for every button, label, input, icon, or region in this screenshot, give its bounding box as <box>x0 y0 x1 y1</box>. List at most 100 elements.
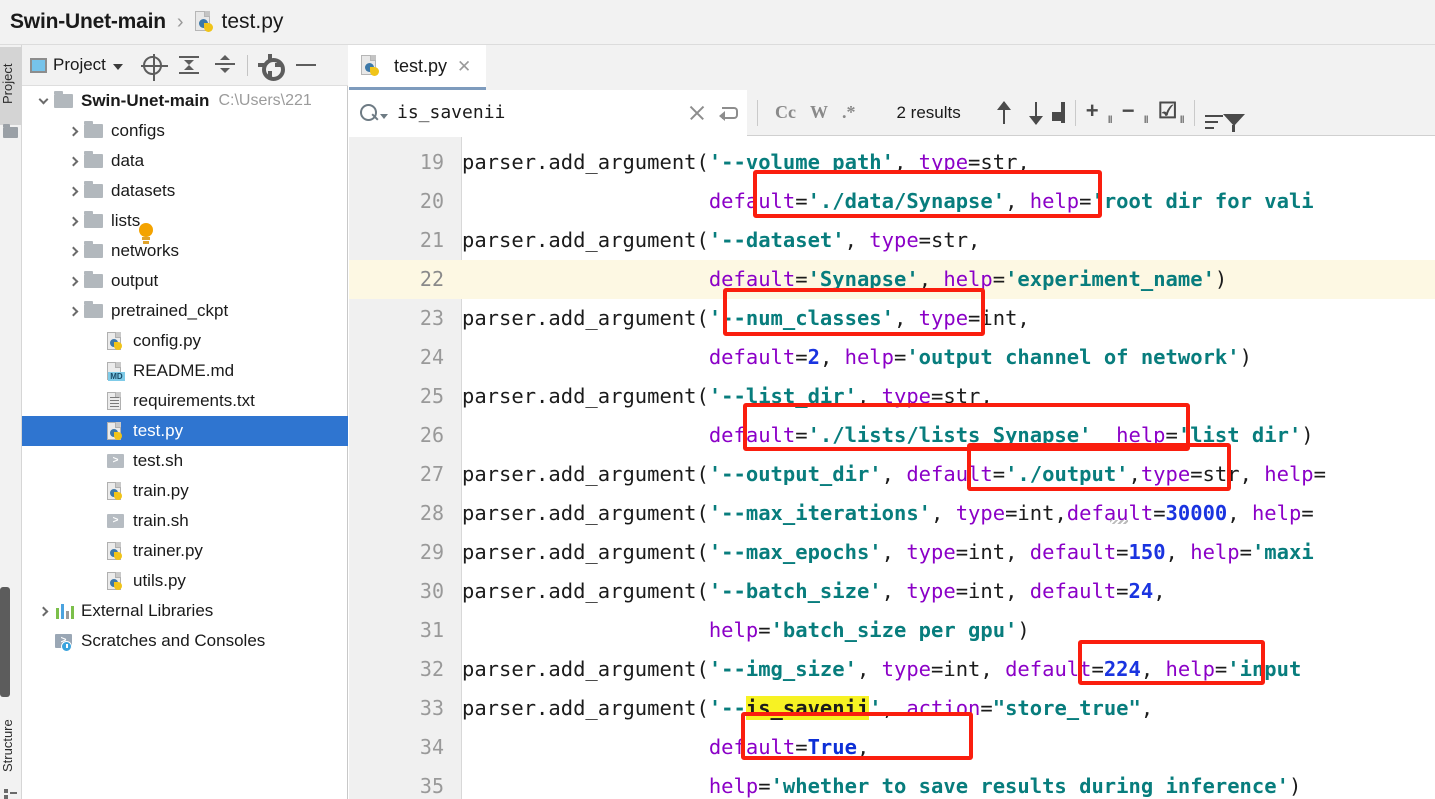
left-tool-strip: Project Structure <box>0 45 22 799</box>
add-selection-button[interactable]: + II <box>1086 99 1113 125</box>
project-view-selector[interactable]: Project <box>30 55 123 75</box>
chevron-down-icon[interactable] <box>380 114 388 119</box>
intention-bulb-icon[interactable] <box>137 223 155 245</box>
code-token: = <box>1153 501 1166 525</box>
tree-item-configs[interactable]: configs <box>22 116 348 146</box>
tree-item-label: data <box>111 151 145 170</box>
code-editor[interactable]: parser.add_argument('--volume_path', typ… <box>462 137 1435 799</box>
open-in-panel-button[interactable] <box>1060 101 1065 123</box>
code-line[interactable]: default=True, <box>462 728 1435 767</box>
code-token: 'maxi <box>1251 540 1314 564</box>
editor-tab-test-py[interactable]: test.py ✕ <box>349 45 486 90</box>
code-token: '--dataset' <box>708 228 845 252</box>
whole-words-toggle[interactable]: W <box>803 102 835 123</box>
code-line[interactable]: default='Synapse', help='experiment_name… <box>462 260 1435 299</box>
tree-item-utils-py[interactable]: utils.py <box>22 566 348 596</box>
code-line[interactable]: default='./data/Synapse', help='root dir… <box>462 182 1435 221</box>
code-token: , <box>1005 189 1030 213</box>
tree-item-swin-unet-main[interactable]: Swin-Unet-main C:\Users\221 <box>22 86 348 116</box>
chevron-right-icon[interactable] <box>32 606 54 616</box>
tree-item-lists[interactable]: lists <box>22 206 348 236</box>
code-token: help <box>1264 462 1314 486</box>
code-line[interactable]: default=2, help='output channel of netwo… <box>462 338 1435 377</box>
settings-button[interactable] <box>252 49 288 81</box>
chevron-right-icon[interactable] <box>62 216 84 226</box>
return-icon[interactable] <box>719 105 738 121</box>
code-line[interactable]: default='./lists/lists_Synapse' help='li… <box>462 416 1435 455</box>
code-line[interactable]: parser.add_argument('--batch_size', type… <box>462 572 1435 611</box>
chevron-right-icon[interactable] <box>62 186 84 196</box>
tree-item-requirements-txt[interactable]: requirements.txt <box>22 386 348 416</box>
code-line[interactable]: parser.add_argument('--volume_path', typ… <box>462 143 1435 182</box>
code-line[interactable]: parser.add_argument('--max_iterations', … <box>462 494 1435 533</box>
code-token: 'list dir' <box>1177 423 1302 447</box>
clear-search-button[interactable] <box>689 105 705 121</box>
code-line[interactable]: parser.add_argument('--num_classes', typ… <box>462 299 1435 338</box>
chevron-right-icon[interactable] <box>62 126 84 136</box>
chevron-down-icon[interactable] <box>32 94 54 105</box>
tree-item-external-libraries[interactable]: External Libraries <box>22 596 348 626</box>
search-input[interactable]: is_savenii <box>349 89 747 136</box>
code-token: =int, <box>955 540 1030 564</box>
hide-panel-button[interactable] <box>288 49 324 81</box>
regex-toggle[interactable]: .* <box>835 102 863 123</box>
match-case-toggle[interactable]: Cc <box>768 102 803 123</box>
code-token: parser.add_argument( <box>462 150 709 174</box>
code-line[interactable]: parser.add_argument('--img_size', type=i… <box>462 650 1435 689</box>
chevron-right-icon[interactable] <box>62 306 84 316</box>
tree-item-config-py[interactable]: config.py <box>22 326 348 356</box>
code-line[interactable]: help='whether to save results during inf… <box>462 767 1435 799</box>
panel-resize-handle[interactable] <box>0 587 10 697</box>
line-number: 26 <box>419 423 444 447</box>
search-icon <box>359 103 379 123</box>
collapse-all-button[interactable] <box>207 49 243 81</box>
tree-item-label: utils.py <box>133 571 186 590</box>
tree-item-train-sh[interactable]: > train.sh <box>22 506 348 536</box>
tree-item-networks[interactable]: networks <box>22 236 348 266</box>
chevron-right-icon[interactable] <box>62 276 84 286</box>
tool-window-tab-project[interactable]: Project <box>0 47 22 125</box>
code-line[interactable]: help='batch_size per gpu') <box>462 611 1435 650</box>
code-token: '-- <box>708 696 746 720</box>
breadcrumb-project[interactable]: Swin-Unet-main <box>10 10 166 34</box>
code-line[interactable]: parser.add_argument('--output_dir', defa… <box>462 455 1435 494</box>
code-token: help <box>1165 657 1215 681</box>
expand-all-button[interactable] <box>171 49 207 81</box>
tree-item-test-py[interactable]: test.py <box>22 416 348 446</box>
tree-item-train-py[interactable]: train.py <box>22 476 348 506</box>
line-number-gutter[interactable]: 19 20 21 22 23 24 25 26 27 28 29 30 31 32 33 34 35 <box>349 137 462 799</box>
code-token: default <box>708 735 796 759</box>
python-file-icon <box>194 11 215 33</box>
code-token: ) <box>1301 423 1314 447</box>
tree-item-readme-md[interactable]: MD README.md <box>22 356 348 386</box>
code-token: =int, <box>955 579 1030 603</box>
tree-item-data[interactable]: data <box>22 146 348 176</box>
breadcrumb-file[interactable]: test.py <box>222 10 284 34</box>
tree-item-scratches-and-consoles[interactable]: > Scratches and Consoles <box>22 626 348 656</box>
code-line[interactable]: parser.add_argument('--is_savenii', acti… <box>462 689 1435 728</box>
tree-item-output[interactable]: output <box>22 266 348 296</box>
close-icon[interactable]: ✕ <box>457 58 471 75</box>
next-match-button[interactable] <box>1021 98 1053 128</box>
code-line[interactable]: parser.add_argument('--max_epochs', type… <box>462 533 1435 572</box>
line-number: 31 <box>419 618 444 642</box>
select-all-occurrences-button[interactable]: ☑ II <box>1158 99 1185 125</box>
code-line[interactable]: parser.add_argument('--list_dir', type=s… <box>462 377 1435 416</box>
code-token: , <box>1165 540 1191 564</box>
remove-selection-button[interactable]: − II <box>1122 99 1149 125</box>
previous-match-button[interactable] <box>989 98 1021 128</box>
code-token: = <box>758 774 771 798</box>
chevron-right-icon[interactable] <box>62 246 84 256</box>
tool-window-tab-structure[interactable]: Structure <box>0 699 22 793</box>
tree-item-pretrained-ckpt[interactable]: pretrained_ckpt <box>22 296 348 326</box>
tree-item-trainer-py[interactable]: trainer.py <box>22 536 348 566</box>
code-line[interactable]: parser.add_argument('--dataset', type=st… <box>462 221 1435 260</box>
tree-item-test-sh[interactable]: > test.sh <box>22 446 348 476</box>
editor-tab-label: test.py <box>394 55 448 76</box>
code-token: = <box>1091 657 1104 681</box>
chevron-right-icon[interactable] <box>62 156 84 166</box>
tree-item-datasets[interactable]: datasets <box>22 176 348 206</box>
locate-in-tree-button[interactable] <box>135 49 171 81</box>
tree-item-label: lists <box>111 211 141 230</box>
